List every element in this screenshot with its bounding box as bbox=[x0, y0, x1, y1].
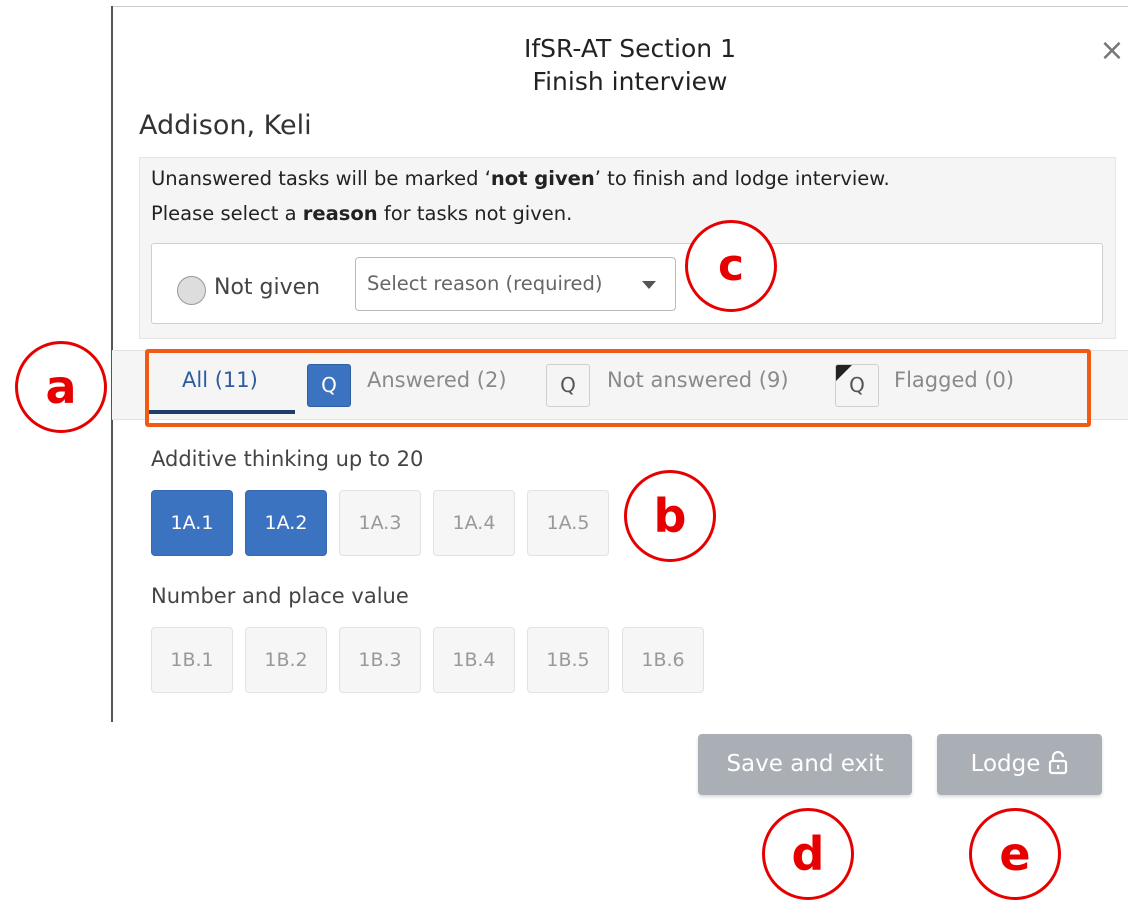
callout-d: d bbox=[762, 808, 854, 900]
task-button[interactable]: 1A.1 bbox=[151, 490, 233, 556]
task-button[interactable]: 1B.1 bbox=[151, 627, 233, 693]
task-button[interactable]: 1A.5 bbox=[527, 490, 609, 556]
task-button[interactable]: 1B.3 bbox=[339, 627, 421, 693]
notice-text-line1: Unanswered tasks will be marked ‘not giv… bbox=[151, 167, 890, 190]
close-icon[interactable]: × bbox=[1097, 36, 1127, 66]
chevron-down-icon[interactable] bbox=[642, 281, 656, 289]
lodge-button[interactable]: Lodge bbox=[937, 734, 1102, 795]
callout-e: e bbox=[969, 808, 1061, 900]
notice-line1-suffix: ’ to finish and lodge interview. bbox=[594, 167, 890, 190]
lodge-label: Lodge bbox=[970, 751, 1041, 777]
notice-line2-suffix: for tasks not given. bbox=[377, 202, 573, 225]
notice-text-line2: Please select a reason for tasks not giv… bbox=[151, 202, 572, 225]
reason-select-placeholder[interactable]: Select reason (required) bbox=[367, 272, 602, 295]
unlock-icon bbox=[1049, 750, 1068, 774]
student-name: Addison, Keli bbox=[139, 110, 312, 141]
task-button[interactable]: 1B.5 bbox=[527, 627, 609, 693]
callout-c: c bbox=[685, 220, 777, 312]
not-given-radio[interactable] bbox=[177, 276, 206, 305]
notice-line2-prefix: Please select a bbox=[151, 202, 303, 225]
task-button[interactable]: 1A.4 bbox=[433, 490, 515, 556]
modal-title: IfSR-AT Section 1 bbox=[524, 34, 736, 63]
task-button[interactable]: 1B.4 bbox=[433, 627, 515, 693]
task-button[interactable]: 1B.6 bbox=[622, 627, 704, 693]
modal-top-border bbox=[112, 6, 1128, 7]
callout-b: b bbox=[624, 470, 716, 562]
save-and-exit-button[interactable]: Save and exit bbox=[698, 734, 912, 795]
notice-line1-bold: not given bbox=[490, 167, 595, 190]
notice-line2-bold: reason bbox=[302, 202, 378, 225]
section-heading-additive: Additive thinking up to 20 bbox=[151, 447, 424, 471]
save-and-exit-label: Save and exit bbox=[726, 751, 884, 777]
tabs-highlight-annotation bbox=[145, 349, 1091, 427]
task-button[interactable]: 1B.2 bbox=[245, 627, 327, 693]
task-button[interactable]: 1A.2 bbox=[245, 490, 327, 556]
not-given-label[interactable]: Not given bbox=[214, 275, 320, 300]
task-button[interactable]: 1A.3 bbox=[339, 490, 421, 556]
notice-line1-prefix: Unanswered tasks will be marked ‘ bbox=[151, 167, 491, 190]
section-heading-place-value: Number and place value bbox=[151, 584, 409, 608]
callout-a: a bbox=[15, 341, 107, 433]
modal-subtitle: Finish interview bbox=[532, 67, 728, 96]
